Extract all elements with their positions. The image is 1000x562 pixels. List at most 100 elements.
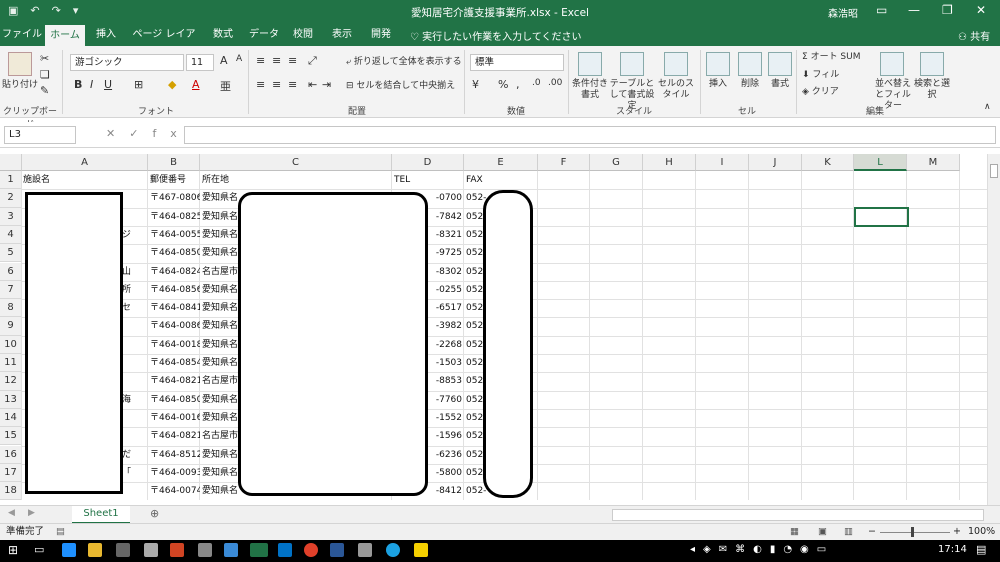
enter-icon[interactable]: ✓ — [129, 127, 152, 140]
increase-decimal-icon[interactable]: .0 — [532, 78, 541, 88]
underline-icon[interactable]: U — [104, 78, 112, 91]
close-icon[interactable]: ✕ — [976, 3, 986, 17]
cell[interactable]: 愛知県名 — [202, 208, 242, 226]
row-header-1[interactable]: 1 — [0, 171, 22, 190]
scroll-thumb[interactable] — [990, 164, 998, 178]
align-middle-icon[interactable]: ≡ — [272, 54, 281, 67]
row-header-8[interactable]: 8 — [0, 299, 22, 318]
page-layout-icon[interactable]: ▣ — [818, 524, 827, 540]
paste-button[interactable]: 貼り付け — [2, 80, 38, 91]
cell[interactable]: TEL — [394, 171, 454, 189]
tab-5[interactable]: データ — [246, 24, 282, 46]
active-cell-l3[interactable] — [854, 207, 909, 227]
bold-icon[interactable]: B — [74, 78, 82, 91]
border-icon[interactable]: ⊞ — [134, 78, 143, 91]
row-header-16[interactable]: 16 — [0, 445, 22, 464]
column-header-m[interactable]: M — [907, 154, 960, 171]
tab-6[interactable]: 校閲 — [287, 24, 319, 46]
cell[interactable]: 愛知県名 — [202, 281, 242, 299]
currency-icon[interactable]: ¥ — [472, 78, 479, 91]
add-sheet-icon[interactable]: ⊕ — [150, 507, 159, 520]
tab-7[interactable]: 表示 — [326, 24, 358, 46]
tab-2[interactable]: 挿入 — [90, 24, 122, 46]
zoom-slider-thumb[interactable] — [911, 527, 914, 537]
zoom-out-icon[interactable]: − — [868, 524, 876, 540]
indent-icon[interactable]: ⇤ — [308, 78, 317, 91]
copy-icon[interactable]: ❏ — [40, 68, 50, 81]
row-header-17[interactable]: 17 — [0, 463, 22, 483]
row-header-12[interactable]: 12 — [0, 372, 22, 391]
phonetic-icon[interactable]: 亜 — [220, 78, 231, 94]
chrome-icon[interactable] — [304, 543, 318, 557]
row-header-14[interactable]: 14 — [0, 408, 22, 428]
cell[interactable]: 名古屋市 — [202, 263, 242, 281]
row-header-5[interactable]: 5 — [0, 244, 22, 263]
cell[interactable]: 愛知県名 — [202, 336, 242, 354]
tab-1[interactable]: ホーム — [45, 24, 85, 46]
column-header-k[interactable]: K — [802, 154, 854, 171]
row-header-10[interactable]: 10 — [0, 335, 22, 354]
cell[interactable]: 郵便番号 — [150, 171, 200, 189]
select-all-corner[interactable] — [0, 154, 22, 171]
delete-cells-icon[interactable] — [738, 52, 762, 76]
zoom-level[interactable]: 100% — [968, 524, 995, 540]
app-icon[interactable] — [144, 543, 158, 557]
cell[interactable]: 愛知県名 — [202, 391, 242, 409]
align-center-icon[interactable]: ≡ — [272, 78, 281, 91]
cell[interactable]: 〒464-0825 — [150, 208, 200, 226]
explorer-icon[interactable] — [88, 543, 102, 557]
column-header-e[interactable]: E — [464, 154, 538, 171]
orientation-icon[interactable]: ⤢ — [308, 54, 317, 68]
row-header-3[interactable]: 3 — [0, 207, 22, 226]
zoom-in-icon[interactable]: + — [953, 524, 961, 540]
font-color-icon[interactable]: A — [192, 78, 200, 91]
merge-center-button[interactable]: ⊟ セルを結合して中央揃え — [346, 81, 455, 92]
cell[interactable]: 〒464-0074 — [150, 482, 200, 500]
worksheet-grid[interactable]: ABCDEFGHIJKLM 1 2 3 4 5 6 7 8 9 10 11 12 13 14 15 16 17 1… — [0, 154, 1000, 500]
excel-icon[interactable] — [250, 543, 268, 557]
align-right-icon[interactable]: ≡ — [288, 78, 297, 91]
font-name-select[interactable]: 游ゴシック — [70, 54, 184, 71]
app-icon[interactable] — [358, 543, 372, 557]
row-header-4[interactable]: 4 — [0, 225, 22, 245]
comma-icon[interactable]: , — [516, 78, 520, 91]
align-bottom-icon[interactable]: ≡ — [288, 54, 297, 67]
outlook-icon[interactable] — [278, 543, 292, 557]
task-view-icon[interactable]: ▭ — [34, 543, 44, 556]
row-header-2[interactable]: 2 — [0, 189, 22, 208]
macro-record-icon[interactable]: ▤ — [56, 524, 65, 540]
app-icon[interactable] — [414, 543, 428, 557]
cell[interactable]: 〒464-0850 — [150, 391, 200, 409]
cell[interactable]: 愛知県名 — [202, 317, 242, 335]
cell[interactable]: 〒464-0856 — [150, 281, 200, 299]
tab-8[interactable]: 開発 — [365, 24, 397, 46]
cell[interactable]: 〒467-0806 — [150, 189, 200, 207]
insert-cells-icon[interactable] — [706, 52, 730, 76]
row-header-7[interactable]: 7 — [0, 280, 22, 300]
row-header-15[interactable]: 15 — [0, 427, 22, 446]
cell[interactable]: 〒464-0821 — [150, 427, 200, 445]
zoom-slider[interactable] — [880, 532, 950, 533]
cell-styles-button[interactable]: セルのスタイル — [656, 79, 696, 101]
cell[interactable]: 〒464-0016 — [150, 409, 200, 427]
sort-filter-icon[interactable] — [880, 52, 904, 76]
cell[interactable]: 〒464-0824 — [150, 263, 200, 281]
cell[interactable]: 〒464-0850 — [150, 244, 200, 262]
fill-color-icon[interactable]: ◆ — [168, 78, 176, 91]
paste-icon[interactable] — [8, 52, 32, 76]
user-name[interactable]: 森浩昭 — [828, 5, 858, 20]
font-size-select[interactable]: 11 — [186, 54, 214, 71]
store-icon[interactable] — [116, 543, 130, 557]
tab-4[interactable]: 数式 — [206, 24, 240, 46]
format-cells-icon[interactable] — [768, 52, 792, 76]
cell[interactable]: 名古屋市 — [202, 427, 242, 445]
next-sheet-icon[interactable]: ▶ — [28, 508, 35, 518]
cell[interactable]: 愛知県名 — [202, 446, 242, 464]
row-header-11[interactable]: 11 — [0, 354, 22, 373]
cell[interactable]: 〒464-0841 — [150, 299, 200, 317]
ie-icon[interactable] — [386, 543, 400, 557]
row-header-9[interactable]: 9 — [0, 317, 22, 336]
column-header-i[interactable]: I — [696, 154, 749, 171]
page-break-icon[interactable]: ▥ — [844, 524, 853, 540]
normal-view-icon[interactable]: ▦ — [790, 524, 799, 540]
